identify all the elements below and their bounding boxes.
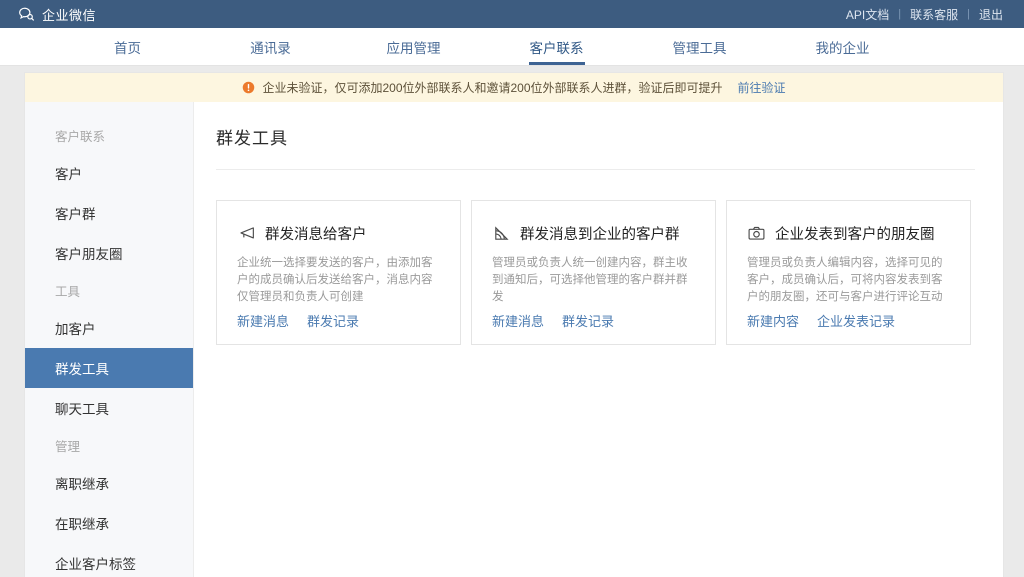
sidebar-group-title-tools: 工具 (55, 285, 81, 299)
card-title: 企业发表到客户的朋友圈 (775, 227, 935, 243)
new-message-link[interactable]: 新建消息 (237, 311, 289, 330)
card-header: 群发消息给客户 (237, 223, 440, 244)
logout-link[interactable]: 退出 (970, 6, 1012, 23)
sidebar-item-customer-moments[interactable]: 客户朋友圈 (25, 233, 193, 273)
enterprise-publish-records-link[interactable]: 企业发表记录 (817, 311, 895, 330)
sidebar-item-chat-tools[interactable]: 聊天工具 (25, 388, 193, 428)
sidebar-item-add-customer[interactable]: 加客户 (25, 308, 193, 348)
banner-text: 企业未验证，仅可添加200位外部联系人和邀请200位外部联系人进群，验证后即可提… (262, 81, 723, 95)
sidebar-group-title-management: 管理 (55, 440, 81, 454)
api-doc-link[interactable]: API文档 (837, 6, 898, 23)
nav-item-contacts[interactable]: 通讯录 (199, 28, 342, 65)
top-bar: 企业微信 API文档 | 联系客服 | 退出 (0, 0, 1024, 28)
broadcast-signal-icon (492, 224, 511, 243)
page-container: 企业未验证，仅可添加200位外部联系人和邀请200位外部联系人进群，验证后即可提… (0, 66, 1024, 577)
card-description: 企业统一选择要发送的客户，由添加客户的成员确认后发送给客户，消息内容仅管理员和负… (237, 257, 433, 303)
card-mass-message-to-customers: 群发消息给客户 企业统一选择要发送的客户，由添加客户的成员确认后发送给客户，消息… (216, 200, 461, 345)
card-description: 管理员或负责人编辑内容，选择可见的客户，成员确认后，可将内容发表到客户的朋友圈，… (747, 257, 943, 303)
topbar-links: API文档 | 联系客服 | 退出 (837, 6, 1012, 23)
nav-item-home[interactable]: 首页 (56, 28, 199, 65)
sidebar-item-active-handover[interactable]: 在职继承 (25, 503, 193, 543)
nav-item-customer-contact[interactable]: 客户联系 (485, 28, 628, 65)
contact-support-link[interactable]: 联系客服 (901, 6, 967, 23)
main-content: 群发工具 群发消息给客户 企业统一选择要发送的客户，由添加客户的成员确认后发送给… (194, 102, 1003, 577)
card-title: 群发消息到企业的客户群 (520, 227, 680, 243)
card-title: 群发消息给客户 (265, 227, 367, 243)
card-links: 新建内容 企业发表记录 (747, 311, 950, 344)
camera-icon (747, 224, 766, 243)
sidebar-item-enterprise-customer-tags[interactable]: 企业客户标签 (25, 543, 193, 577)
sidebar-item-customer-groups[interactable]: 客户群 (25, 193, 193, 233)
sidebar-item-customers[interactable]: 客户 (25, 153, 193, 193)
mass-send-records-link[interactable]: 群发记录 (307, 311, 359, 330)
card-description: 管理员或负责人统一创建内容，群主收到通知后，可选择他管理的客户群并群发 (492, 257, 688, 303)
sidebar: 客户联系 客户 客户群 客户朋友圈 工具 加客户 群发工具 聊天工具 管理 离职… (25, 102, 194, 577)
page-title: 群发工具 (216, 124, 975, 170)
verification-warning-banner: 企业未验证，仅可添加200位外部联系人和邀请200位外部联系人进群，验证后即可提… (25, 73, 1003, 102)
content-frame: 企业未验证，仅可添加200位外部联系人和邀请200位外部联系人进群，验证后即可提… (24, 72, 1004, 577)
tool-cards: 群发消息给客户 企业统一选择要发送的客户，由添加客户的成员确认后发送给客户，消息… (216, 200, 975, 345)
body-wrapper: 客户联系 客户 客户群 客户朋友圈 工具 加客户 群发工具 聊天工具 管理 离职… (25, 102, 1003, 577)
sidebar-item-resignation-handover[interactable]: 离职继承 (25, 463, 193, 503)
card-mass-message-to-customer-groups: 群发消息到企业的客户群 管理员或负责人统一创建内容，群主收到通知后，可选择他管理… (471, 200, 716, 345)
sidebar-group-title-customer-contact: 客户联系 (55, 130, 106, 144)
card-header: 企业发表到客户的朋友圈 (747, 223, 950, 244)
go-verify-link[interactable]: 前往验证 (738, 79, 786, 96)
mass-send-records-link[interactable]: 群发记录 (562, 311, 614, 330)
card-links: 新建消息 群发记录 (237, 311, 440, 344)
card-header: 群发消息到企业的客户群 (492, 223, 695, 244)
new-message-link[interactable]: 新建消息 (492, 311, 544, 330)
main-navigation: 首页 通讯录 应用管理 客户联系 管理工具 我的企业 (0, 28, 1024, 66)
brand-name: 企业微信 (42, 7, 97, 23)
sidebar-item-mass-messaging-tools[interactable]: 群发工具 (25, 348, 193, 388)
nav-item-admin-tools[interactable]: 管理工具 (628, 28, 771, 65)
speech-bubble-icon (18, 6, 35, 23)
card-links: 新建消息 群发记录 (492, 311, 695, 344)
nav-item-my-enterprise[interactable]: 我的企业 (771, 28, 914, 65)
nav-item-app-management[interactable]: 应用管理 (342, 28, 485, 65)
brand[interactable]: 企业微信 (18, 5, 96, 24)
new-content-link[interactable]: 新建内容 (747, 311, 799, 330)
card-enterprise-moments: 企业发表到客户的朋友圈 管理员或负责人编辑内容，选择可见的客户，成员确认后，可将… (726, 200, 971, 345)
warning-exclamation-icon (242, 81, 255, 94)
megaphone-icon (237, 224, 256, 243)
